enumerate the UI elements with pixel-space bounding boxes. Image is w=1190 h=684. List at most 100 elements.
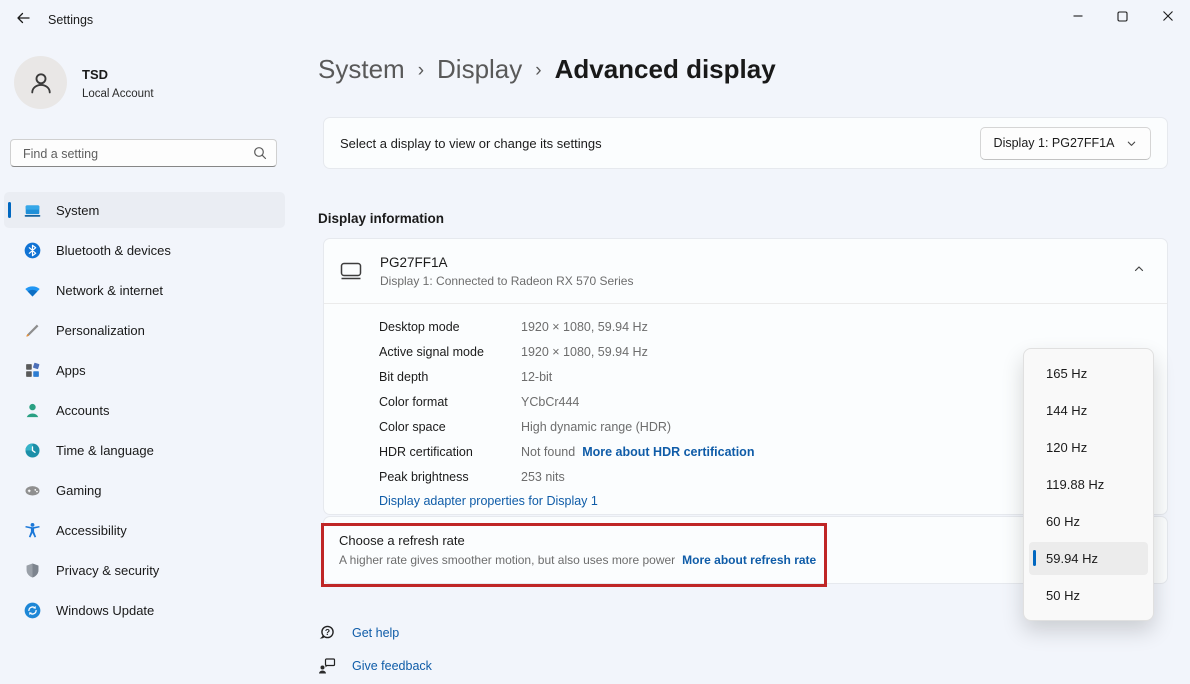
maximize-button[interactable]	[1100, 0, 1145, 32]
sidebar-item-accounts[interactable]: Accounts	[4, 392, 285, 428]
select-display-card: Select a display to view or change its s…	[323, 117, 1168, 169]
account-type: Local Account	[82, 88, 154, 100]
sidebar-item-gaming[interactable]: Gaming	[4, 472, 285, 508]
breadcrumb-separator-icon: ›	[535, 57, 541, 82]
avatar[interactable]	[14, 56, 67, 109]
info-row-value: High dynamic range (HDR)	[521, 420, 671, 434]
info-row-value: 1920 × 1080, 59.94 Hz	[521, 345, 648, 359]
personalization-icon	[24, 322, 41, 339]
refresh-rate-dropdown-menu: 165 Hz 144 Hz 120 Hz 119.88 Hz 60 Hz 59.94 Hz…	[1023, 348, 1154, 621]
display-info-row: Desktop mode1920 × 1080, 59.94 Hz	[379, 314, 1167, 339]
breadcrumb-separator-icon: ›	[418, 57, 424, 82]
display-info-header[interactable]: PG27FF1A Display 1: Connected to Radeon …	[324, 239, 1167, 304]
refresh-rate-option-label: 165 Hz	[1046, 366, 1087, 381]
info-row-label: Peak brightness	[379, 470, 521, 484]
svg-text:?: ?	[325, 627, 330, 637]
sidebar-item-accessibility[interactable]: Accessibility	[4, 512, 285, 548]
account-name: TSD	[82, 67, 108, 82]
sidebar-item-system[interactable]: System	[4, 192, 285, 228]
info-row-value: YCbCr444	[521, 395, 579, 409]
sidebar-item-bluetooth-devices[interactable]: Bluetooth & devices	[4, 232, 285, 268]
display-adapter-properties-link[interactable]: Display adapter properties for Display 1	[379, 494, 598, 508]
refresh-rate-option-label: 59.94 Hz	[1046, 551, 1098, 566]
windows-update-icon	[24, 602, 41, 619]
display-selector-value: Display 1: PG27FF1A	[994, 136, 1115, 150]
refresh-rate-option-50-hz[interactable]: 50 Hz	[1029, 579, 1148, 612]
privacy-security-icon	[24, 562, 41, 579]
collapse-button[interactable]	[1133, 262, 1145, 280]
breadcrumb-display[interactable]: Display	[437, 54, 522, 85]
sidebar-item-apps[interactable]: Apps	[4, 352, 285, 388]
info-row-label: Color format	[379, 395, 521, 409]
search-input[interactable]	[21, 141, 250, 167]
network-icon	[24, 282, 41, 299]
display-selector-dropdown[interactable]: Display 1: PG27FF1A	[980, 127, 1151, 160]
sidebar-item-label: System	[56, 203, 99, 218]
refresh-rate-option-165-hz[interactable]: 165 Hz	[1029, 357, 1148, 390]
app-title: Settings	[48, 13, 93, 27]
titlebar: Settings	[0, 0, 1190, 34]
info-row-label: Active signal mode	[379, 345, 521, 359]
refresh-rate-option-144-hz[interactable]: 144 Hz	[1029, 394, 1148, 427]
time-language-icon	[24, 442, 41, 459]
refresh-rate-option-label: 119.88 Hz	[1046, 477, 1104, 492]
info-row-label: HDR certification	[379, 445, 521, 459]
give-feedback-label: Give feedback	[352, 659, 432, 673]
bluetooth-icon	[24, 242, 41, 259]
breadcrumb-system[interactable]: System	[318, 54, 405, 85]
sidebar-item-label: Windows Update	[56, 603, 154, 618]
system-icon	[24, 202, 41, 219]
breadcrumb: System › Display › Advanced display	[318, 54, 776, 85]
close-button[interactable]	[1145, 0, 1190, 32]
close-icon	[1162, 10, 1174, 22]
info-row-label: Desktop mode	[379, 320, 521, 334]
refresh-rate-option-120-hz[interactable]: 120 Hz	[1029, 431, 1148, 464]
device-name: PG27FF1A	[380, 255, 633, 270]
give-feedback-icon	[318, 657, 336, 675]
search-icon	[252, 145, 268, 161]
get-help-icon: ?	[318, 624, 336, 642]
info-row-value: 12-bit	[521, 370, 552, 384]
display-information-heading: Display information	[318, 211, 444, 226]
sidebar-item-label: Bluetooth & devices	[56, 243, 171, 258]
info-row-value: 253 nits	[521, 470, 565, 484]
chevron-down-icon	[1126, 138, 1137, 149]
minimize-button[interactable]	[1055, 0, 1100, 32]
sidebar-item-label: Apps	[56, 363, 86, 378]
refresh-rate-option-60-hz[interactable]: 60 Hz	[1029, 505, 1148, 538]
back-button[interactable]	[8, 7, 38, 29]
sidebar-item-network-internet[interactable]: Network & internet	[4, 272, 285, 308]
sidebar-item-label: Gaming	[56, 483, 102, 498]
sidebar-item-label: Accessibility	[56, 523, 127, 538]
gaming-icon	[24, 482, 41, 499]
get-help-link[interactable]: ? Get help	[318, 624, 399, 642]
person-icon	[26, 68, 56, 98]
monitor-icon	[339, 261, 363, 281]
refresh-rate-option-119.88-hz[interactable]: 119.88 Hz	[1029, 468, 1148, 501]
info-row-value: Not found	[521, 445, 575, 459]
sidebar-item-privacy-security[interactable]: Privacy & security	[4, 552, 285, 588]
info-row-value: 1920 × 1080, 59.94 Hz	[521, 320, 648, 334]
info-row-label: Bit depth	[379, 370, 521, 384]
select-display-label: Select a display to view or change its s…	[340, 136, 602, 151]
apps-icon	[24, 362, 41, 379]
chevron-up-icon	[1133, 263, 1145, 275]
give-feedback-link[interactable]: Give feedback	[318, 657, 432, 675]
sidebar-item-label: Personalization	[56, 323, 145, 338]
refresh-rate-option-59.94-hz[interactable]: 59.94 Hz	[1029, 542, 1148, 575]
more-about-refresh-rate-link[interactable]: More about refresh rate	[682, 553, 816, 567]
sidebar-nav: System Bluetooth & devices Network & inter…	[4, 192, 285, 632]
sidebar-item-time-language[interactable]: Time & language	[4, 432, 285, 468]
refresh-rate-option-label: 50 Hz	[1046, 588, 1080, 603]
sidebar-item-label: Privacy & security	[56, 563, 159, 578]
search-box[interactable]	[10, 139, 277, 167]
sidebar-item-label: Accounts	[56, 403, 109, 418]
maximize-icon	[1117, 11, 1128, 22]
refresh-rate-option-label: 120 Hz	[1046, 440, 1087, 455]
sidebar-item-windows-update[interactable]: Windows Update	[4, 592, 285, 628]
sidebar-item-label: Network & internet	[56, 283, 163, 298]
more-about-hdr-certification-link[interactable]: More about HDR certification	[582, 445, 754, 459]
sidebar-item-personalization[interactable]: Personalization	[4, 312, 285, 348]
minimize-icon	[1072, 10, 1084, 22]
get-help-label: Get help	[352, 626, 399, 640]
